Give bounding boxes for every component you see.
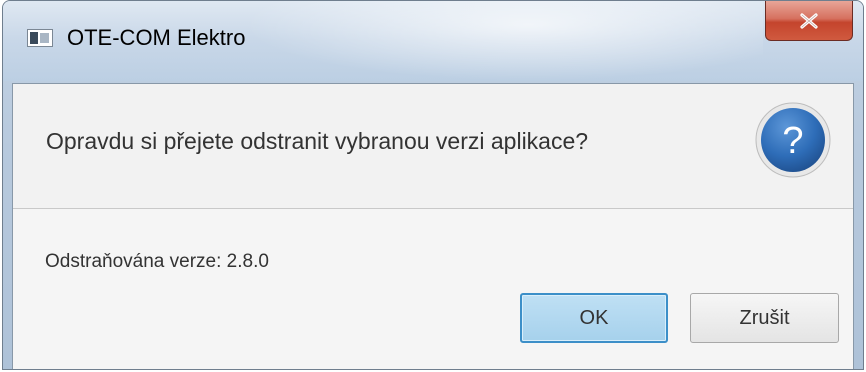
app-icon	[27, 29, 53, 47]
dialog-window: OTE-COM Elektro Opravdu si přejete odstr…	[2, 0, 864, 370]
close-icon	[800, 12, 818, 29]
title-bar[interactable]: OTE-COM Elektro	[3, 1, 863, 81]
cancel-button[interactable]: Zrušit	[690, 293, 839, 343]
ok-button[interactable]: OK	[520, 293, 668, 343]
dialog-header-panel: Opravdu si přejete odstranit vybranou ve…	[13, 84, 853, 209]
question-mark-icon: ?	[755, 102, 831, 178]
question-mark-glyph: ?	[782, 120, 803, 162]
question-text: Opravdu si přejete odstranit vybranou ve…	[46, 128, 589, 154]
window-title: OTE-COM Elektro	[67, 25, 246, 50]
dialog-content: Opravdu si přejete odstranit vybranou ve…	[12, 83, 854, 369]
version-detail-text: Odstraňována verze: 2.8.0	[45, 251, 269, 272]
close-button[interactable]	[765, 1, 853, 41]
